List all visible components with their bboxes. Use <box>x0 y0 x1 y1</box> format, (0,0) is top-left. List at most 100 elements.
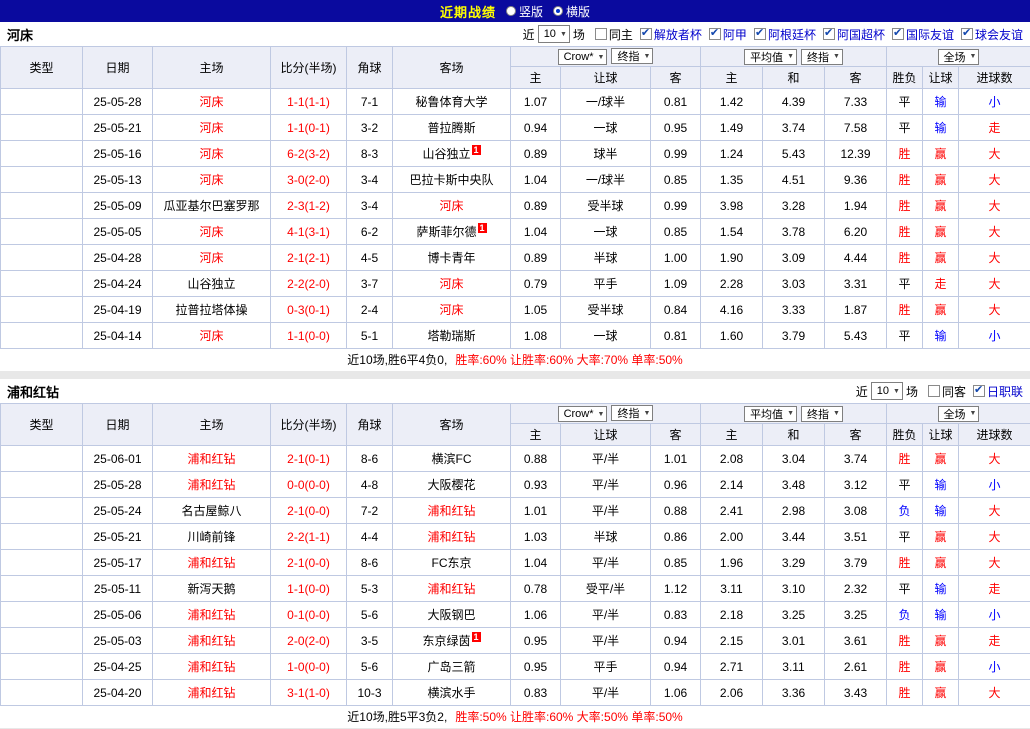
away-team-link[interactable]: 浦和红钻 <box>393 498 511 524</box>
filter-checkbox[interactable] <box>973 385 985 397</box>
filter-checkbox[interactable] <box>892 28 904 40</box>
filter-checkbox[interactable] <box>640 28 652 40</box>
corners: 5-3 <box>347 576 393 602</box>
home-team-link[interactable]: 浦和红钻 <box>153 602 271 628</box>
home-team-link[interactable]: 河床 <box>153 89 271 115</box>
result-goals: 走 <box>959 115 1030 141</box>
filter-checkbox[interactable] <box>709 28 721 40</box>
odds-source-select[interactable]: 全场▼ <box>938 49 980 65</box>
result-goals: 小 <box>959 89 1030 115</box>
home-team-link[interactable]: 浦和红钻 <box>153 680 271 706</box>
home-team-link[interactable]: 浦和红钻 <box>153 550 271 576</box>
filter-checkbox-label: 同客 <box>942 383 966 400</box>
away-team-link[interactable]: FC东京 <box>393 550 511 576</box>
handicap-line: 半球 <box>561 524 651 550</box>
away-team-link[interactable]: 大阪樱花 <box>393 472 511 498</box>
filter-checkbox[interactable] <box>595 28 607 40</box>
handicap-home-odds: 0.83 <box>511 680 561 706</box>
home-team-link[interactable]: 河床 <box>153 115 271 141</box>
layout-option-horizontal[interactable]: 横版 <box>553 3 590 20</box>
away-team-link[interactable]: 横滨FC <box>393 446 511 472</box>
home-team-link[interactable]: 河床 <box>153 245 271 271</box>
score: 0-0(0-0) <box>271 472 347 498</box>
home-team-link[interactable]: 河床 <box>153 167 271 193</box>
corners: 8-6 <box>347 446 393 472</box>
euro-draw-odds: 3.79 <box>763 323 825 349</box>
euro-home-odds: 3.98 <box>701 193 763 219</box>
result-outcome: 胜 <box>887 245 923 271</box>
handicap-home-odds: 1.08 <box>511 323 561 349</box>
score: 2-0(2-0) <box>271 628 347 654</box>
filter-checkbox[interactable] <box>754 28 766 40</box>
odds-source-select[interactable]: 平均值▼ <box>744 406 797 422</box>
home-team-link[interactable]: 川崎前锋 <box>153 524 271 550</box>
odds-source-select[interactable]: 平均值▼ <box>744 49 797 65</box>
away-team-link[interactable]: 广岛三箭 <box>393 654 511 680</box>
result-handicap: 输 <box>923 323 959 349</box>
away-team-link[interactable]: 浦和红钻 <box>393 524 511 550</box>
recent-label: 近 <box>856 383 868 400</box>
home-team-link[interactable]: 浦和红钻 <box>153 472 271 498</box>
result-outcome: 平 <box>887 576 923 602</box>
odds-source-select[interactable]: Crow*▼ <box>558 49 608 65</box>
home-team-link[interactable]: 浦和红钻 <box>153 628 271 654</box>
home-team-link[interactable]: 瓜亚基尔巴塞罗那 <box>153 193 271 219</box>
match-date: 25-05-21 <box>83 524 153 550</box>
away-team-link[interactable]: 大阪钢巴 <box>393 602 511 628</box>
away-team-link[interactable]: 巴拉卡斯中央队 <box>393 167 511 193</box>
odds-source-select[interactable]: 全场▼ <box>938 406 980 422</box>
away-team-link[interactable]: 塔勒瑞斯 <box>393 323 511 349</box>
odds-source-select[interactable]: 终指▼ <box>801 49 843 65</box>
dropdown-arrow-icon: ▼ <box>598 54 605 61</box>
result-outcome: 平 <box>887 472 923 498</box>
euro-home-odds: 1.90 <box>701 245 763 271</box>
corners: 8-6 <box>347 550 393 576</box>
odds-source-select[interactable]: 终指▼ <box>611 405 653 421</box>
odds-source-select[interactable]: 终指▼ <box>801 406 843 422</box>
away-team-link[interactable]: 山谷独立1 <box>393 141 511 167</box>
result-goals: 大 <box>959 498 1030 524</box>
away-team-link[interactable]: 秘鲁体育大学 <box>393 89 511 115</box>
odds-source-select[interactable]: 终指▼ <box>611 48 653 64</box>
home-team-link[interactable]: 新泻天鹅 <box>153 576 271 602</box>
home-team-link[interactable]: 河床 <box>153 219 271 245</box>
dropdown-arrow-icon: ▼ <box>833 410 840 417</box>
away-team-link[interactable]: 萨斯菲尔德1 <box>393 219 511 245</box>
filter-checkbox[interactable] <box>961 28 973 40</box>
home-team-link[interactable]: 河床 <box>153 323 271 349</box>
away-team-link[interactable]: 河床 <box>393 193 511 219</box>
recent-count-select[interactable]: 10▼ <box>871 382 903 400</box>
away-team-link[interactable]: 普拉腾斯 <box>393 115 511 141</box>
home-team-link[interactable]: 浦和红钻 <box>153 446 271 472</box>
match-row: 日职联25-06-01浦和红钻2-1(0-1)8-6横滨FC0.88平/半1.0… <box>1 446 1030 472</box>
away-team-link[interactable]: 横滨水手 <box>393 680 511 706</box>
summary-line: 近10场,胜6平4负0,胜率:60% 让胜率:60% 大率:70% 单率:50% <box>0 349 1030 371</box>
layout-option-vertical[interactable]: 竖版 <box>506 3 543 20</box>
away-team-link[interactable]: 河床 <box>393 297 511 323</box>
result-handicap: 输 <box>923 89 959 115</box>
filter-checkbox[interactable] <box>928 385 940 397</box>
home-team-link[interactable]: 浦和红钻 <box>153 654 271 680</box>
home-team-link[interactable]: 山谷独立 <box>153 271 271 297</box>
filter-checkbox[interactable] <box>823 28 835 40</box>
euro-draw-odds: 3.48 <box>763 472 825 498</box>
score: 2-2(1-1) <box>271 524 347 550</box>
recent-count-select[interactable]: 10▼ <box>538 25 570 43</box>
away-team-link[interactable]: 浦和红钻 <box>393 576 511 602</box>
home-team-link[interactable]: 河床 <box>153 141 271 167</box>
away-team-link[interactable]: 东京绿茵1 <box>393 628 511 654</box>
result-goals: 大 <box>959 193 1030 219</box>
away-team-link[interactable]: 河床 <box>393 271 511 297</box>
league-badge: 阿甲 <box>1 167 83 193</box>
euro-home-odds: 2.14 <box>701 472 763 498</box>
handicap-line: 一球 <box>561 115 651 141</box>
home-team-link[interactable]: 名古屋鲸八 <box>153 498 271 524</box>
league-badge: 阿甲 <box>1 245 83 271</box>
away-team-link[interactable]: 博卡青年 <box>393 245 511 271</box>
match-row: 阿甲25-05-21河床1-1(0-1)3-2普拉腾斯0.94一球0.951.4… <box>1 115 1030 141</box>
odds-source-select[interactable]: Crow*▼ <box>558 406 608 422</box>
match-date: 25-05-09 <box>83 193 153 219</box>
score: 3-1(1-0) <box>271 680 347 706</box>
recent-label: 近 <box>523 26 535 43</box>
home-team-link[interactable]: 拉普拉塔体操 <box>153 297 271 323</box>
